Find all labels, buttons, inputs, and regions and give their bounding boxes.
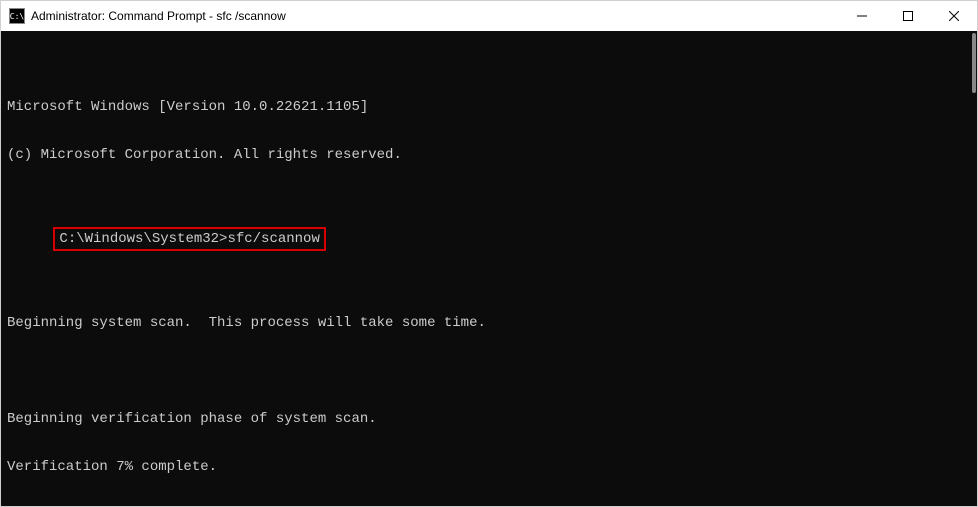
scrollbar-thumb[interactable] — [972, 33, 976, 93]
titlebar[interactable]: C:\ Administrator: Command Prompt - sfc … — [1, 1, 977, 31]
window-title: Administrator: Command Prompt - sfc /sca… — [31, 9, 839, 23]
terminal-line: Beginning system scan. This process will… — [7, 315, 971, 331]
terminal[interactable]: Microsoft Windows [Version 10.0.22621.11… — [1, 31, 977, 506]
maximize-button[interactable] — [885, 1, 931, 31]
terminal-prompt-line: C:\Windows\System32>sfc/scannow — [59, 231, 319, 247]
terminal-line: Microsoft Windows [Version 10.0.22621.11… — [7, 99, 971, 115]
terminal-blank — [7, 267, 971, 283]
terminal-line: Verification 7% complete. — [7, 459, 971, 475]
window-controls — [839, 1, 977, 31]
close-icon — [949, 11, 959, 21]
cmd-icon: C:\ — [9, 8, 25, 24]
terminal-line: Beginning verification phase of system s… — [7, 411, 971, 427]
terminal-line: (c) Microsoft Corporation. All rights re… — [7, 147, 971, 163]
terminal-blank — [7, 195, 971, 211]
minimize-icon — [857, 11, 867, 21]
terminal-content: Microsoft Windows [Version 10.0.22621.11… — [7, 67, 971, 506]
command-highlight: C:\Windows\System32>sfc/scannow — [53, 227, 325, 251]
scrollbar-track[interactable] — [971, 31, 977, 506]
cmd-icon-text: C:\ — [10, 12, 24, 21]
close-button[interactable] — [931, 1, 977, 31]
minimize-button[interactable] — [839, 1, 885, 31]
maximize-icon — [903, 11, 913, 21]
terminal-blank — [7, 363, 971, 379]
window: C:\ Administrator: Command Prompt - sfc … — [0, 0, 978, 507]
